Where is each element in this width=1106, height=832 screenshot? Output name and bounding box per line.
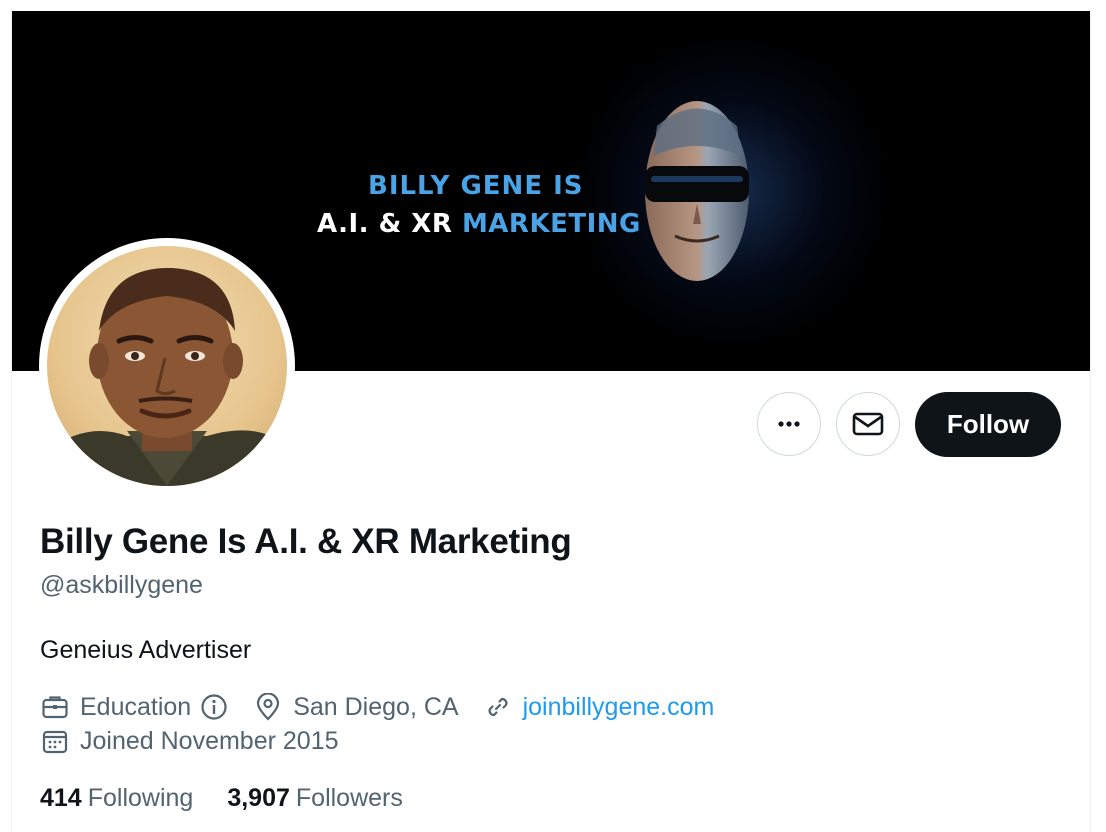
location-label: San Diego, CA bbox=[293, 692, 459, 721]
followers-stat[interactable]: 3,907 Followers bbox=[227, 784, 403, 813]
joined-item: Joined November 2015 bbox=[40, 726, 339, 756]
link-icon bbox=[483, 692, 513, 722]
profile-handle: @askbillygene bbox=[40, 571, 203, 599]
more-options-button[interactable] bbox=[757, 392, 821, 456]
website-link[interactable]: joinbillygene.com bbox=[523, 693, 715, 722]
calendar-icon bbox=[40, 726, 70, 756]
display-name: Billy Gene Is A.I. & XR Marketing bbox=[40, 522, 572, 561]
avatar[interactable] bbox=[47, 246, 287, 486]
follow-stats: 414 Following 3,907 Followers bbox=[40, 784, 437, 813]
banner-title-line1: BILLY GENE IS bbox=[368, 171, 584, 201]
location-pin-icon bbox=[253, 692, 283, 722]
top-edge bbox=[0, 0, 1106, 11]
more-horizontal-icon bbox=[778, 421, 800, 427]
following-label: Following bbox=[87, 784, 194, 812]
cyborg-face-illustration bbox=[645, 101, 749, 281]
profile-joined-row: Joined November 2015 bbox=[40, 726, 363, 756]
info-icon[interactable] bbox=[199, 692, 229, 722]
following-stat[interactable]: 414 Following bbox=[40, 784, 193, 813]
category-item: Education bbox=[40, 692, 229, 722]
banner-line2-accent: MARKETING bbox=[461, 209, 641, 239]
briefcase-icon bbox=[40, 692, 70, 722]
banner-title-line2: A.I. & XR MARKETING bbox=[317, 209, 641, 239]
joined-label: Joined November 2015 bbox=[80, 726, 339, 755]
envelope-icon bbox=[852, 412, 884, 436]
profile-bio: Geneius Advertiser bbox=[40, 636, 252, 664]
location-item: San Diego, CA bbox=[253, 692, 459, 722]
follow-button[interactable]: Follow bbox=[915, 392, 1061, 457]
message-button[interactable] bbox=[836, 392, 900, 456]
banner-line2-white: A.I. & XR bbox=[317, 209, 462, 239]
website-item: joinbillygene.com bbox=[483, 692, 715, 722]
avatar-portrait bbox=[47, 267, 287, 486]
following-count: 414 bbox=[40, 784, 82, 812]
followers-label: Followers bbox=[295, 784, 403, 812]
followers-count: 3,907 bbox=[227, 784, 290, 812]
profile-meta-row: Education San Diego, CA joinbillygene.co… bbox=[40, 692, 738, 722]
category-label: Education bbox=[80, 692, 192, 721]
